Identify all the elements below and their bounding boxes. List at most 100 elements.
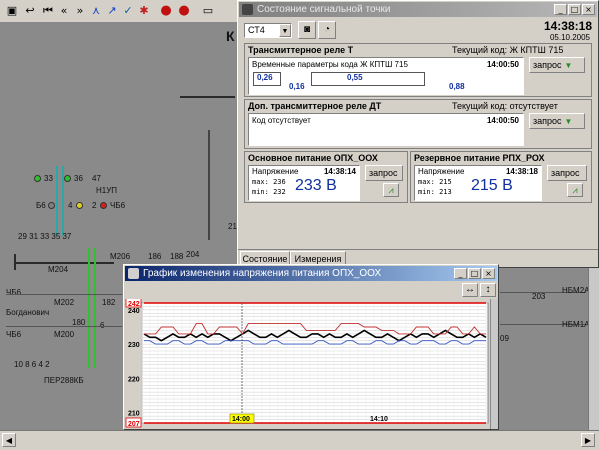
voltage-min: min: 232 (252, 188, 286, 196)
close-icon[interactable]: × (482, 268, 495, 279)
chart-icon[interactable]: ↗ (104, 3, 120, 19)
fast-forward-icon[interactable]: » (72, 3, 88, 19)
group-title: Доп. трансмиттерное реле ДТ (248, 101, 382, 111)
fit-horizontal-icon[interactable]: ↔ (462, 283, 478, 297)
pulse-value: 0,26 (257, 73, 273, 82)
voltage-min: min: 213 (418, 188, 452, 196)
signal-lamp (34, 175, 41, 182)
alarm-icon[interactable]: ✱ (136, 3, 152, 19)
voltage-time: 14:38:18 (505, 167, 538, 176)
signal-lamp (64, 175, 71, 182)
voltage-panel: Напряжение 14:38:18 max: 215 min: 213 21… (414, 165, 542, 201)
signal-point-titlebar[interactable]: Состояние сигнальной точки _ □ × (239, 2, 597, 17)
track-line (208, 130, 210, 240)
tab-label: Измерения (294, 254, 342, 264)
signal-label: 21 (228, 222, 237, 231)
signal-lamp (76, 202, 83, 209)
tab-label: Состояние (242, 254, 288, 264)
back-arrow-icon[interactable]: ↩ (22, 3, 38, 19)
chart-icon[interactable]: ⩘ (567, 183, 583, 197)
record-icon[interactable]: ● (176, 3, 192, 19)
track-line (88, 248, 90, 368)
signal-label: 188 (170, 252, 184, 261)
open-icon[interactable]: ▣ (4, 3, 20, 19)
code-params-label: Код отсутствует (252, 116, 311, 125)
query-button[interactable]: запрос ▼ (529, 57, 585, 73)
tab-divider (238, 249, 598, 250)
minimize-icon[interactable]: _ (454, 268, 467, 279)
current-code: Текущий код: Ж КПТШ 715 (452, 45, 564, 55)
track-line (180, 96, 235, 98)
rewind-icon[interactable]: « (56, 3, 72, 19)
maximize-icon[interactable]: □ (568, 4, 581, 15)
query-button[interactable]: запрос ▼ (529, 113, 585, 129)
signal-label: ПЕР288КБ (44, 376, 84, 385)
window-app-icon (128, 268, 139, 279)
y-tick-label: 240 (128, 308, 140, 315)
track-numbers: 29 31 33 35 37 (18, 232, 72, 241)
screen-icon[interactable]: ▭ (200, 3, 216, 19)
query-button[interactable]: запрос (547, 165, 587, 181)
signal-label: М200 (54, 330, 75, 339)
query-button[interactable]: запрос (365, 165, 403, 181)
track-line (6, 294, 122, 295)
check-icon[interactable]: ✓ (120, 3, 136, 19)
signal-label: Н1УП (96, 186, 118, 195)
signal-label: 09 (500, 334, 509, 343)
maximize-icon[interactable]: □ (468, 268, 481, 279)
track-line (6, 326, 122, 327)
first-icon[interactable]: ⏮ (40, 3, 56, 19)
station-letter: К (226, 28, 235, 44)
voltage-label: Напряжение (418, 167, 465, 176)
voltage-panel: Напряжение 14:38:14 max: 236 min: 232 23… (248, 165, 360, 201)
signal-point-select[interactable]: СТ4 ▼ (244, 23, 292, 38)
signal-label: 33 (44, 174, 53, 183)
stop-icon[interactable]: ● (158, 3, 174, 19)
voltage-chart[interactable]: 24224023022021020714:00 14:10 (124, 299, 490, 429)
camera-icon[interactable]: ◙ (298, 21, 316, 39)
minimize-icon[interactable]: _ (554, 4, 567, 15)
query-label: запрос (369, 168, 398, 178)
track-line (14, 262, 114, 264)
window-app-icon (242, 4, 253, 15)
code-params-panel: Код отсутствует 14:00:50 (248, 113, 524, 146)
voltage-value: 215 В (471, 177, 513, 194)
track-line (56, 166, 58, 236)
pulse-value: 0,55 (347, 73, 363, 82)
scroll-left-icon[interactable]: ◀ (2, 433, 16, 447)
y-tick-label: 207 (128, 421, 140, 428)
additional-relay-group: Доп. трансмиттерное реле ДТ Текущий код:… (244, 99, 592, 149)
signal-label: 2 (92, 201, 97, 210)
signal-label: 204 (186, 250, 200, 259)
voltage-max: max: 215 (418, 178, 452, 186)
y-tick-label: 210 (128, 411, 140, 418)
fit-vertical-icon[interactable]: ↕ (480, 283, 496, 297)
station-name: Богданович (6, 308, 50, 317)
current-date: 05.10.2005 (549, 33, 590, 42)
x-tick-label: 14:10 (370, 416, 388, 423)
scroll-right-icon[interactable]: ▶ (581, 433, 595, 447)
close-icon[interactable]: × (582, 4, 595, 15)
signal-icon[interactable]: ⋏ (88, 3, 104, 19)
chart-titlebar[interactable]: График изменения напряжения питания ОПХ_… (125, 266, 497, 281)
x-tick-label: 14:00 (232, 416, 250, 423)
main-horizontal-scrollbar[interactable]: ◀ ▶ (0, 430, 599, 450)
chart-vertical-scrollbar[interactable] (490, 299, 498, 429)
query-label: запрос (533, 116, 562, 126)
current-code: Текущий код: отсутствует (452, 101, 558, 111)
triangle-down-icon: ▼ (564, 61, 573, 70)
refresh-icon[interactable]: ◔ (318, 21, 336, 39)
signal-label: 4 (68, 201, 73, 210)
voltage-chart-window: График изменения напряжения питания ОПХ_… (123, 264, 499, 430)
signal-label: 182 (102, 298, 116, 307)
y-tick-label: 230 (128, 342, 140, 349)
group-title: Основное питание ОПХ_ООХ (248, 153, 378, 163)
track-line (94, 248, 96, 368)
code-params-panel: Временные параметры кода Ж КПТШ 715 14:0… (248, 57, 524, 95)
select-value: СТ4 (248, 25, 265, 35)
code-params-label: Временные параметры кода Ж КПТШ 715 (252, 60, 408, 69)
chart-icon[interactable]: ⩘ (383, 183, 399, 197)
chevron-down-icon[interactable]: ▼ (279, 24, 291, 37)
voltage-time: 14:38:14 (323, 167, 356, 176)
signal-label: ЧБ6 (110, 201, 126, 210)
